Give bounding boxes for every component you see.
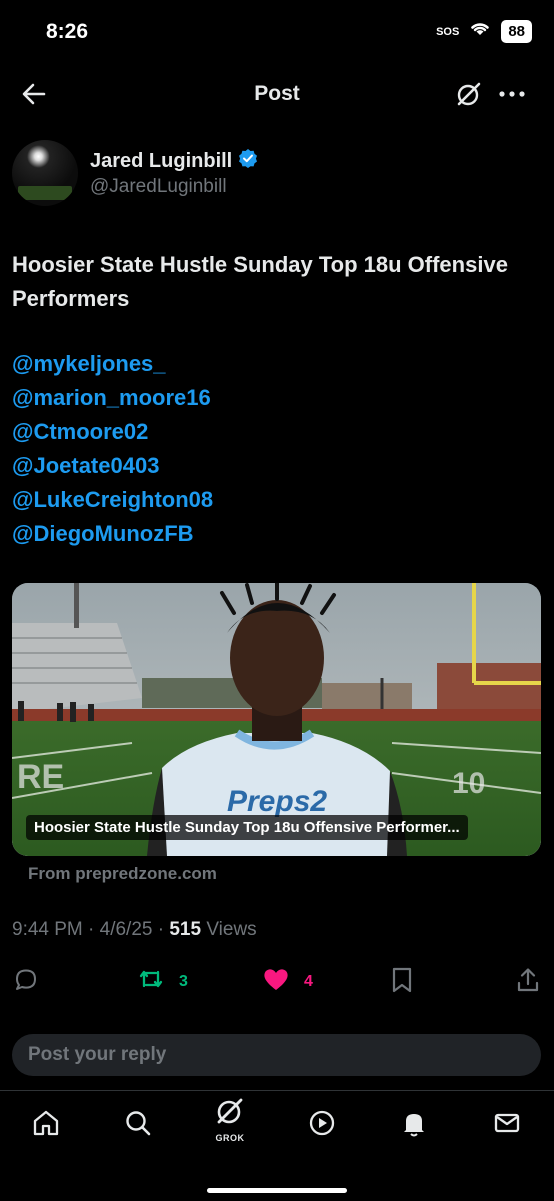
status-bar: 8:26 SOS 88 [0,0,554,66]
bookmark-icon [390,966,414,999]
bookmark-button[interactable] [390,966,414,999]
reply-button[interactable] [13,966,39,997]
like-button[interactable]: 4 [262,966,313,997]
repost-count: 3 [179,972,188,990]
avatar[interactable] [12,140,78,206]
tab-search[interactable] [118,1105,158,1145]
tab-notifications[interactable] [394,1105,434,1145]
post-meta: 9:44 PM · 4/6/25 · 515 Views [12,919,257,941]
link-card-title[interactable]: Hoosier State Hustle Sunday Top 18u Offe… [26,815,468,840]
reply-icon [13,966,39,997]
verified-badge-icon [238,148,258,174]
repost-icon [137,966,165,997]
author-handle[interactable]: @JaredLuginbill [90,176,227,198]
home-indicator [207,1188,347,1193]
tab-media[interactable] [302,1105,342,1145]
tab-home[interactable] [26,1105,66,1145]
mention-list: @mykeljones_ @marion_moore16 @Ctmoore02 … [12,347,532,551]
views-count: 515 [169,919,202,940]
bell-icon [399,1108,429,1143]
post-text: Hoosier State Hustle Sunday Top 18u Offe… [12,252,508,311]
link-card[interactable]: RE 10 Preps2 Hoosier State Hustle Sunday… [12,583,541,856]
mention-link[interactable]: @mykeljones_ [12,347,532,381]
mention-link[interactable]: @LukeCreighton08 [12,483,532,517]
heart-icon [262,966,290,997]
author-name[interactable]: Jared Luginbill [90,150,232,173]
grok-icon [214,1095,246,1132]
tab-messages[interactable] [487,1105,527,1145]
tab-grok-label: GROK [215,1133,245,1143]
reply-placeholder: Post your reply [28,1044,167,1065]
share-button[interactable] [515,966,541,999]
bottom-tab-bar: GROK [0,1090,554,1201]
repost-button[interactable]: 3 [137,966,188,997]
share-icon [515,966,541,999]
status-icons: SOS 88 [436,20,532,43]
post-author: Jared Luginbill @JaredLuginbill [12,140,542,210]
svg-text:10: 10 [452,767,485,800]
tab-grok[interactable]: GROK [210,1098,250,1143]
home-icon [31,1108,61,1143]
views-label: Views [201,919,257,940]
grok-icon[interactable] [455,80,483,108]
mention-link[interactable]: @DiegoMunozFB [12,517,532,551]
search-icon [123,1108,153,1143]
top-nav: Post [0,66,554,122]
action-bar: 3 4 [0,962,554,1002]
mention-link[interactable]: @marion_moore16 [12,381,532,415]
like-count: 4 [304,972,313,990]
mention-link[interactable]: @Ctmoore02 [12,415,532,449]
more-options-icon[interactable] [497,80,527,108]
reply-input[interactable]: Post your reply [12,1034,541,1076]
link-card-source[interactable]: From prepredzone.com [28,864,217,884]
jersey-text: Preps2 [227,785,327,818]
wifi-icon [469,21,491,42]
mention-link[interactable]: @Joetate0403 [12,449,532,483]
battery-indicator: 88 [501,20,532,43]
post-timestamp: 9:44 PM · 4/6/25 · [12,919,170,940]
mail-icon [492,1108,522,1143]
status-time: 8:26 [46,20,89,43]
svg-text:RE: RE [17,758,64,796]
author-name-row[interactable]: Jared Luginbill [90,148,258,174]
play-icon [307,1108,337,1143]
sos-indicator: SOS [436,25,460,38]
